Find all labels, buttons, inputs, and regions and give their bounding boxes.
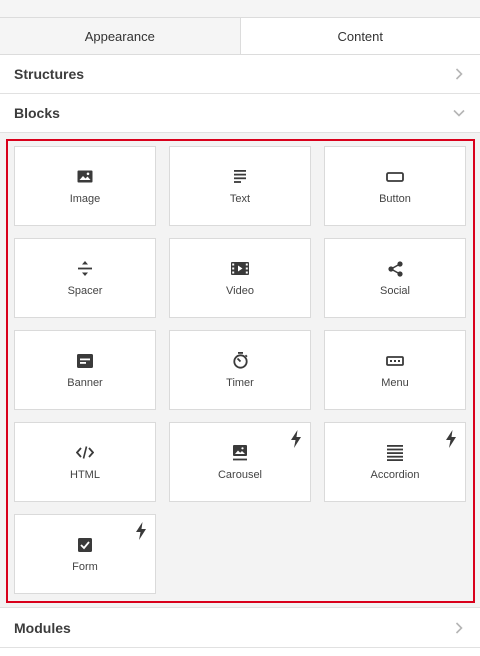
block-label: Text (229, 192, 251, 205)
timer-icon (231, 352, 249, 370)
banner-icon (76, 352, 94, 370)
block-label: Banner (67, 376, 103, 389)
top-strip (0, 0, 480, 18)
block-label: Social (380, 284, 410, 297)
video-icon (231, 260, 249, 278)
block-label: Carousel (217, 468, 263, 481)
chevron-down-icon (452, 106, 466, 120)
menu-icon (386, 352, 404, 370)
block-banner[interactable]: Banner (14, 330, 156, 410)
block-social[interactable]: Social (324, 238, 466, 318)
section-structures[interactable]: Structures (0, 55, 480, 94)
block-spacer[interactable]: Spacer (14, 238, 156, 318)
section-blocks-label: Blocks (14, 105, 60, 121)
section-modules[interactable]: Modules (0, 609, 480, 648)
block-menu[interactable]: Menu (324, 330, 466, 410)
block-text[interactable]: Text (169, 146, 311, 226)
block-button[interactable]: Button (324, 146, 466, 226)
block-label: Timer (226, 376, 254, 389)
code-icon (76, 444, 94, 462)
image-icon (76, 168, 94, 186)
block-label: HTML (70, 468, 100, 481)
block-html[interactable]: HTML (14, 422, 156, 502)
section-blocks[interactable]: Blocks (0, 94, 480, 133)
block-timer[interactable]: Timer (169, 330, 311, 410)
block-label: Accordion (370, 468, 420, 481)
block-label: Spacer (67, 284, 103, 297)
text-icon (231, 168, 249, 186)
block-label: Video (226, 284, 254, 297)
section-structures-label: Structures (14, 66, 85, 82)
panel-tabs: Appearance Content (0, 18, 480, 55)
blocks-panel: Image Text Button Spacer Video Social Ba… (0, 133, 480, 608)
block-label: Form (72, 560, 98, 573)
section-modules-label: Modules (14, 620, 71, 636)
lightning-icon (135, 522, 147, 540)
chevron-right-icon (452, 621, 466, 635)
chevron-right-icon (452, 67, 466, 81)
tab-appearance[interactable]: Appearance (0, 18, 241, 54)
block-accordion[interactable]: Accordion (324, 422, 466, 502)
lightning-icon (290, 430, 302, 448)
lightning-icon (445, 430, 457, 448)
button-icon (386, 168, 404, 186)
block-label: Button (379, 192, 411, 205)
carousel-icon (231, 444, 249, 462)
blocks-grid: Image Text Button Spacer Video Social Ba… (14, 146, 466, 594)
block-label: Menu (381, 376, 409, 389)
form-icon (76, 536, 94, 554)
tab-content[interactable]: Content (240, 18, 480, 54)
block-video[interactable]: Video (169, 238, 311, 318)
share-icon (386, 260, 404, 278)
block-label: Image (69, 192, 101, 205)
block-form[interactable]: Form (14, 514, 156, 594)
block-image[interactable]: Image (14, 146, 156, 226)
accordion-icon (386, 444, 404, 462)
block-carousel[interactable]: Carousel (169, 422, 311, 502)
spacer-icon (76, 260, 94, 278)
